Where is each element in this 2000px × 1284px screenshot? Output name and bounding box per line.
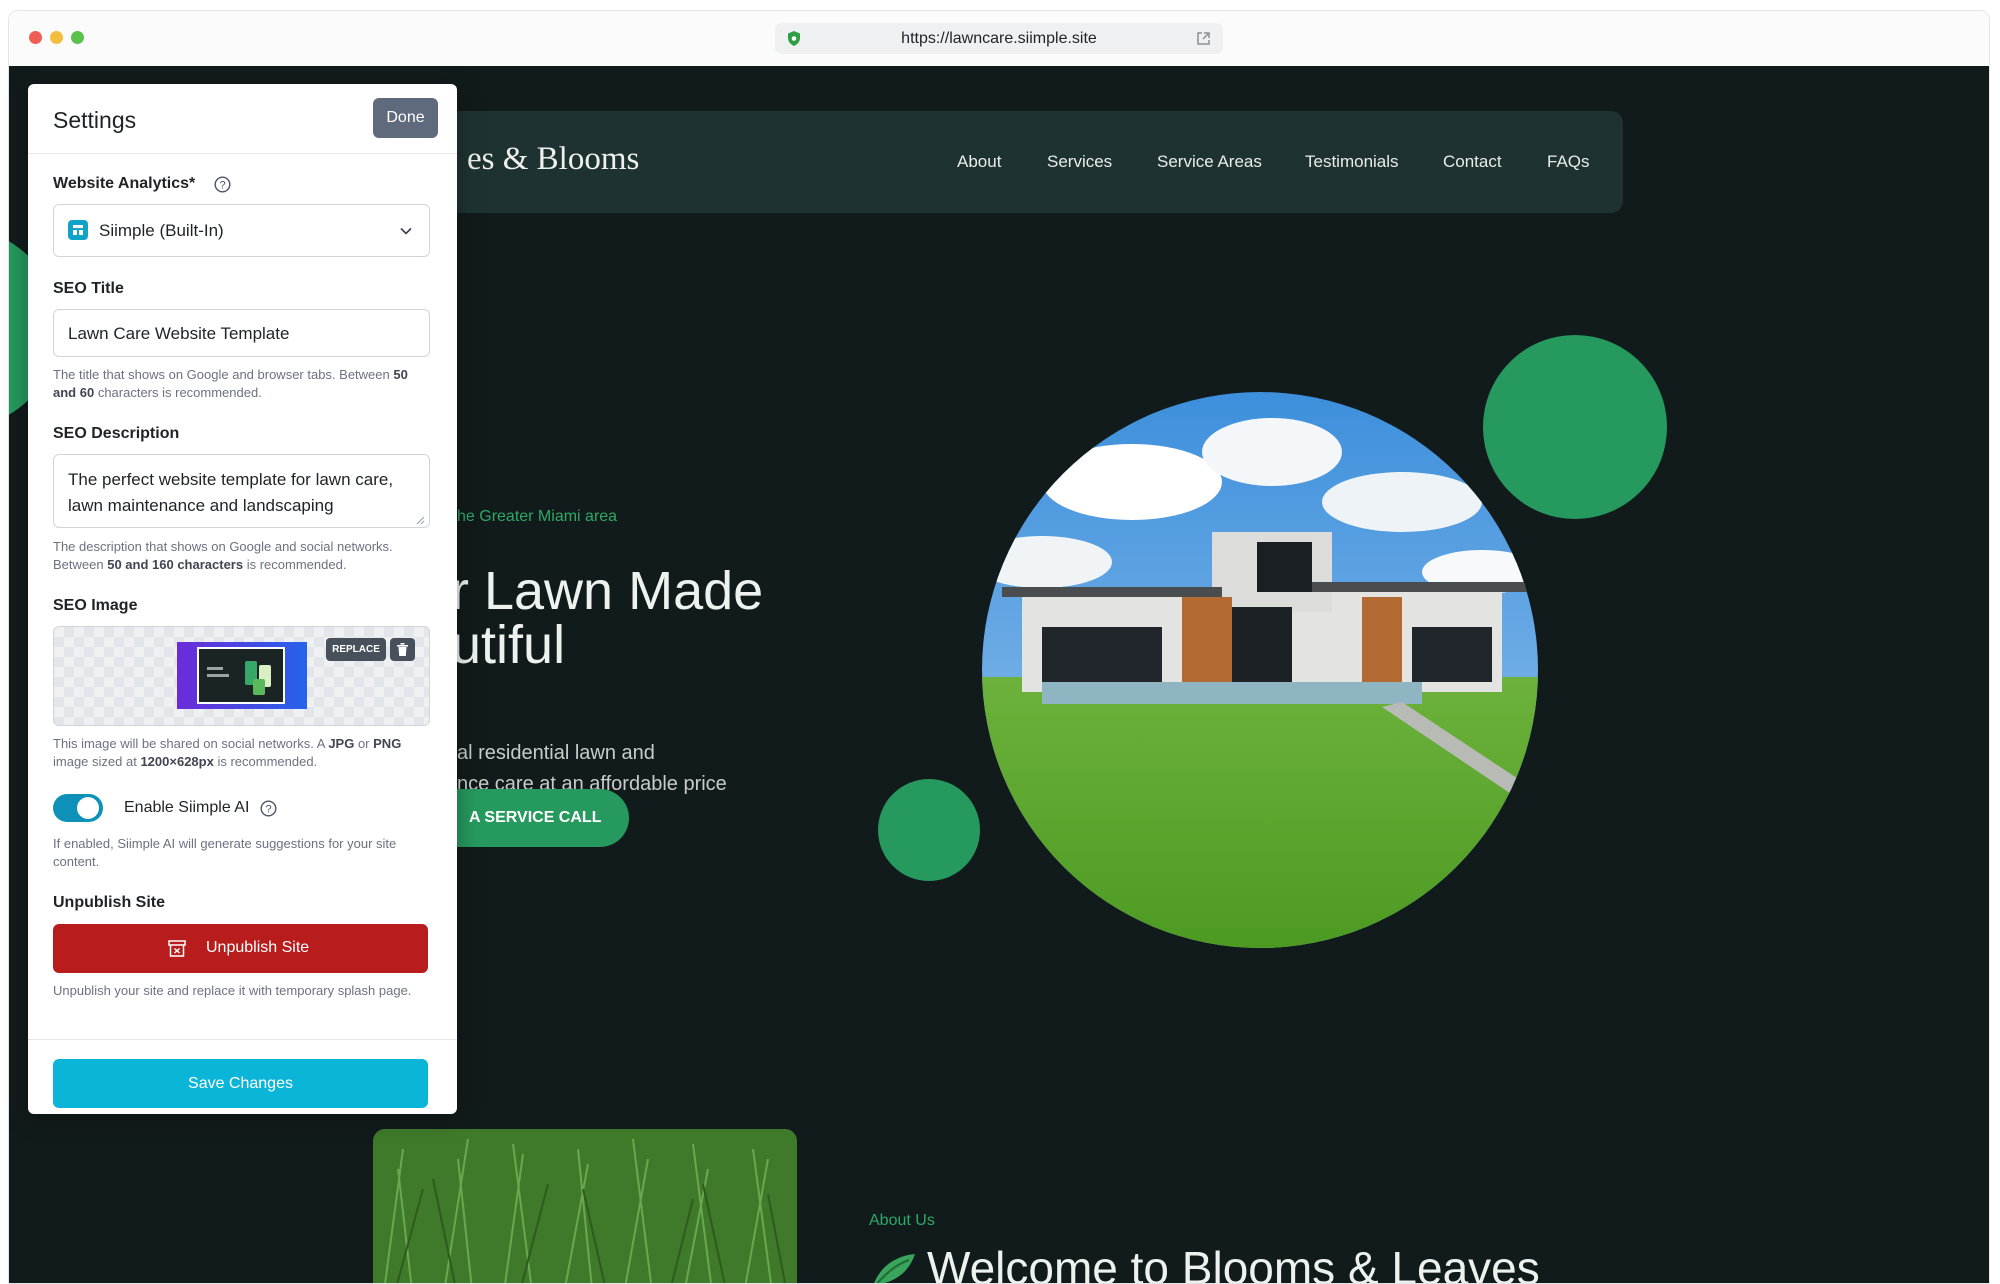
decorative-circle [1483, 335, 1667, 519]
hero-title-line1: r Lawn Made [451, 561, 764, 621]
replace-image-button[interactable]: REPLACE [326, 638, 386, 661]
seo-image-preview: REPLACE [53, 626, 430, 726]
analytics-select-value: Siimple (Built-In) [99, 221, 224, 240]
help-icon[interactable]: ? [214, 176, 231, 193]
url-text: https://lawncare.siimple.site [901, 30, 1097, 47]
about-grass-image [373, 1129, 797, 1283]
seo-image-label: SEO Image [53, 597, 138, 614]
svg-text:?: ? [265, 804, 271, 816]
browser-titlebar: https://lawncare.siimple.site [9, 11, 1989, 67]
seo-description-label: SEO Description [53, 425, 180, 442]
nav-testimonials[interactable]: Testimonials [1305, 152, 1399, 172]
trash-icon [397, 643, 408, 656]
siimple-logo-icon [68, 220, 88, 240]
ai-help: If enabled, Siimple AI will generate sug… [53, 836, 397, 869]
chevron-down-icon [399, 224, 413, 238]
maximize-window-button[interactable] [71, 31, 84, 44]
help-icon[interactable]: ? [260, 800, 277, 817]
seo-title-value: Lawn Care Website Template [68, 324, 290, 343]
done-button[interactable]: Done [373, 98, 438, 138]
site-navbar: es & Blooms About Services Service Areas… [427, 111, 1623, 213]
seo-description-line2: lawn maintenance and landscaping [68, 496, 334, 515]
settings-title: Settings [53, 107, 137, 133]
seo-description-textarea[interactable]: The perfect website template for lawn ca… [53, 454, 430, 528]
close-window-button[interactable] [29, 31, 42, 44]
delete-image-button[interactable] [390, 638, 415, 661]
seo-title-input[interactable]: Lawn Care Website Template [53, 309, 430, 357]
nav-services[interactable]: Services [1047, 152, 1112, 172]
nav-faqs[interactable]: FAQs [1547, 152, 1590, 172]
hero-eyebrow: he Greater Miami area [457, 508, 618, 525]
seo-description-line1: The perfect website template for lawn ca… [68, 470, 394, 489]
hero-house-image [982, 392, 1538, 948]
leaf-icon [869, 1248, 919, 1283]
hero-title-line2: utiful [451, 615, 566, 675]
seo-description-help: The description that shows on Google and… [53, 539, 393, 572]
nav-service-areas[interactable]: Service Areas [1157, 152, 1262, 172]
site-brand[interactable]: es & Blooms [467, 141, 639, 178]
save-changes-button[interactable]: Save Changes [53, 1059, 428, 1108]
settings-panel: Settings Done Website Analytics* ? Siimp… [28, 84, 457, 1114]
ai-toggle[interactable] [53, 794, 103, 822]
hero-subtitle-line1: al residential lawn and [457, 742, 655, 764]
analytics-select[interactable]: Siimple (Built-In) [53, 204, 430, 257]
decorative-circle [878, 779, 980, 881]
resize-handle-icon[interactable] [415, 515, 425, 525]
svg-text:?: ? [219, 180, 225, 192]
address-bar[interactable]: https://lawncare.siimple.site [775, 23, 1223, 54]
nav-about[interactable]: About [957, 152, 1001, 172]
settings-header: Settings Done [28, 84, 457, 154]
unpublish-help: Unpublish your site and replace it with … [53, 983, 412, 998]
nav-contact[interactable]: Contact [1443, 152, 1502, 172]
unpublish-button[interactable]: Unpublish Site [53, 924, 428, 973]
unpublish-button-label: Unpublish Site [206, 939, 310, 956]
about-title: Welcome to Blooms & Leaves [927, 1242, 1540, 1283]
analytics-label: Website Analytics* [53, 175, 196, 192]
archive-icon [168, 940, 186, 957]
seo-title-help: The title that shows on Google and brows… [53, 367, 408, 400]
seo-image-help: This image will be shared on social netw… [53, 736, 402, 769]
footer-divider [28, 1039, 457, 1040]
seo-image-thumbnail [177, 642, 307, 709]
toggle-knob [77, 797, 99, 819]
seo-title-label: SEO Title [53, 280, 124, 297]
external-link-icon[interactable] [1196, 31, 1211, 46]
ai-toggle-label: Enable Siimple AI [124, 799, 250, 816]
minimize-window-button[interactable] [50, 31, 63, 44]
unpublish-label: Unpublish Site [53, 894, 165, 911]
hero-cta-label: A SERVICE CALL [469, 809, 602, 826]
about-eyebrow: About Us [869, 1212, 935, 1229]
